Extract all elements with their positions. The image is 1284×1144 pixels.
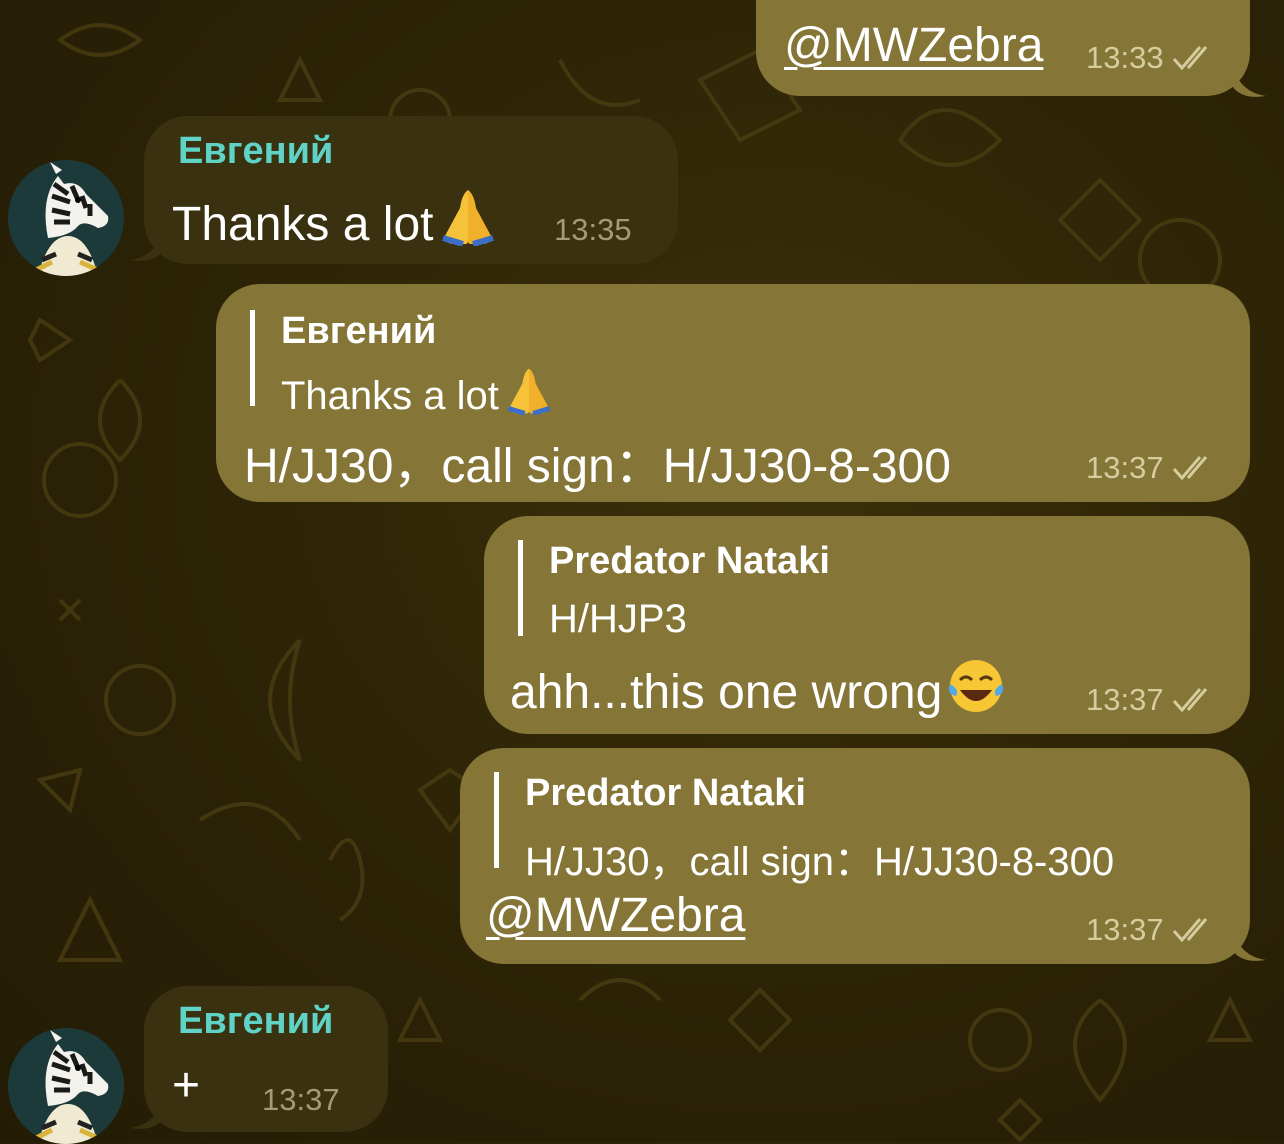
bubble-tail [130, 1094, 164, 1129]
quote-sender: Predator Nataki [525, 772, 806, 814]
zebra-avatar-image [8, 1028, 124, 1144]
quote-text: Thanks a lot [281, 367, 555, 419]
outgoing-message[interactable]: Predator Nataki H/JJ30，call sign：H/JJ30-… [460, 748, 1250, 964]
folded-hands-emoji [507, 368, 551, 415]
outgoing-message[interactable]: @MWZebra 13:33 [756, 0, 1250, 96]
message-time: 13:37 [262, 1082, 340, 1117]
reply-quote[interactable]: Predator Nataki H/JJ30，call sign：H/JJ30-… [494, 772, 1114, 884]
message-time: 13:35 [554, 212, 632, 247]
message-text: + [172, 1059, 201, 1112]
bubble-tail [130, 226, 164, 261]
outgoing-message[interactable]: Predator Nataki H/HJP3 ahh...this one wr… [484, 516, 1250, 734]
double-check-icon [1172, 688, 1207, 713]
tears-of-joy-emoji [949, 660, 1004, 712]
bubble-tail [1232, 62, 1266, 97]
message-time: 13:37 [1086, 450, 1216, 486]
reply-quote[interactable]: Predator Nataki H/HJP3 [518, 540, 830, 641]
mention-link[interactable]: @MWZebra [784, 18, 1043, 73]
quote-sender: Евгений [281, 310, 437, 352]
sender-name[interactable]: Евгений [178, 130, 333, 173]
message-time: 13:37 [1086, 682, 1216, 718]
quote-text: H/JJ30，call sign：H/JJ30-8-300 [525, 840, 1115, 884]
quote-sender: Predator Nataki [549, 540, 830, 582]
double-check-icon [1172, 46, 1207, 71]
double-check-icon [1172, 456, 1207, 481]
mention-link[interactable]: @MWZebra [486, 888, 745, 943]
bubble-tail [1232, 926, 1266, 961]
quote-text: H/HJP3 [549, 597, 687, 641]
double-check-icon [1172, 918, 1207, 943]
incoming-message[interactable]: Евгений + 13:37 [144, 986, 388, 1132]
message-time: 13:33 [1086, 40, 1216, 76]
outgoing-message[interactable]: Евгений Thanks a lot H/JJ30，call sign：H/… [216, 284, 1250, 502]
message-text: H/JJ30，call sign：H/JJ30-8-300 [244, 440, 951, 493]
zebra-avatar[interactable] [8, 160, 124, 276]
reply-quote[interactable]: Евгений Thanks a lot [250, 310, 555, 418]
sender-name[interactable]: Евгений [178, 1000, 333, 1043]
message-time: 13:37 [1086, 912, 1216, 948]
zebra-avatar[interactable] [8, 1028, 124, 1144]
message-text: ahh...this one wrong [510, 658, 1006, 720]
message-text: Thanks a lot [172, 188, 499, 252]
zebra-avatar-image [8, 160, 124, 276]
folded-hands-emoji [442, 190, 495, 246]
incoming-message[interactable]: Евгений Thanks a lot 13:35 [144, 116, 678, 264]
